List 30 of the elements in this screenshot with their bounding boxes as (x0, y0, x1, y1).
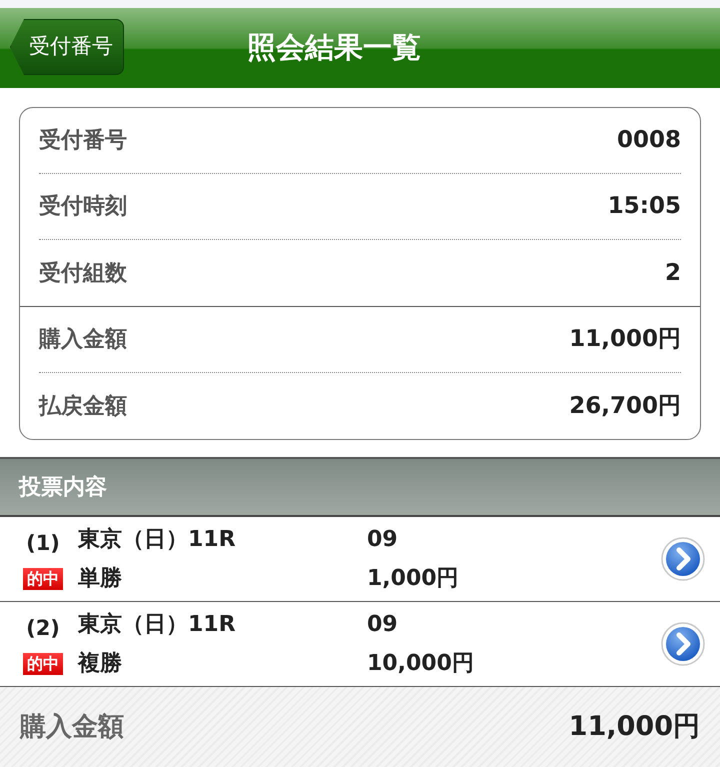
summary-label: 受付組数 (39, 260, 127, 288)
chevron-right-icon[interactable] (660, 621, 706, 667)
bet-amount: 10,000円 (367, 650, 475, 678)
chevron-right-icon[interactable] (660, 536, 706, 582)
back-button[interactable]: 受付番号 (10, 19, 124, 75)
bet-type: 複勝 (78, 650, 123, 678)
hit-badge: 的中 (23, 652, 63, 675)
bet-number: (2) (26, 615, 60, 642)
horse-number: 09 (367, 526, 399, 554)
summary-value: 0008 (616, 126, 681, 156)
summary-label: 受付時刻 (39, 193, 127, 221)
bet-row[interactable]: (1) 的中 東京（日）11R 単勝 09 1,000円 (0, 517, 720, 602)
total-value: 11,000円 (568, 710, 700, 744)
bet-amount: 1,000円 (367, 565, 460, 593)
section-title: 投票内容 (19, 474, 107, 502)
race-name: 東京（日）11R (78, 526, 237, 554)
summary-value: 2 (664, 258, 681, 288)
total-label: 購入金額 (20, 710, 124, 744)
summary-label: 購入金額 (39, 326, 127, 354)
hit-badge: 的中 (23, 568, 63, 590)
race-name: 東京（日）11R (78, 611, 237, 639)
summary-label: 受付番号 (39, 127, 127, 155)
summary-value: 26,700円 (569, 392, 681, 421)
bet-number: (1) (26, 530, 60, 558)
summary-value: 11,000円 (569, 325, 681, 354)
horse-number: 09 (367, 611, 399, 639)
page-title: 照会結果一覧 (247, 29, 421, 66)
bet-type: 単勝 (78, 565, 123, 593)
summary-value: 15:05 (608, 192, 681, 222)
summary-label: 払戻金額 (39, 392, 127, 420)
